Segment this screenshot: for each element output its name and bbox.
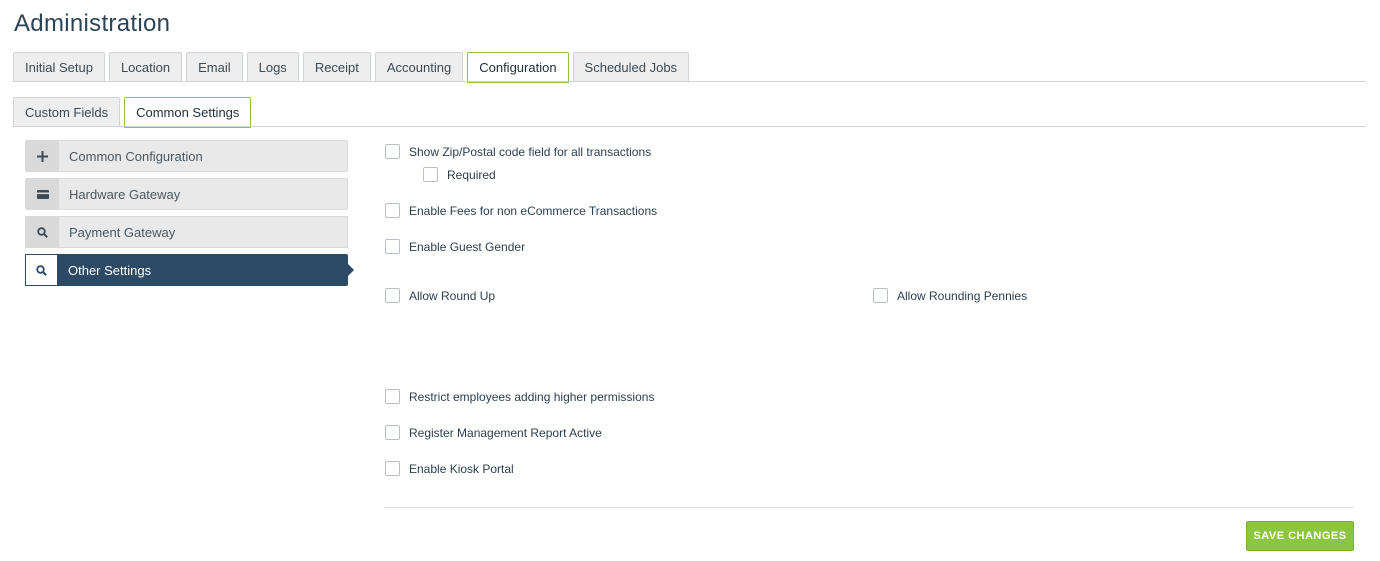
checkbox-box[interactable] — [873, 288, 888, 303]
side-item-label: Payment Gateway — [69, 224, 176, 240]
side-item-payment-gateway[interactable]: Payment Gateway — [25, 216, 348, 248]
rounding-pennies-label: Allow Rounding Pennies — [897, 288, 1028, 303]
tab-scheduled-jobs[interactable]: Scheduled Jobs — [572, 52, 690, 82]
enable-fees-label: Enable Fees for non eCommerce Transactio… — [409, 203, 658, 218]
tab-common-settings[interactable]: Common Settings — [124, 97, 252, 128]
tab-receipt[interactable]: Receipt — [302, 52, 371, 82]
checkbox-box[interactable] — [385, 144, 400, 159]
round-up-checkbox[interactable]: Allow Round Up — [385, 288, 495, 303]
checkbox-box[interactable] — [385, 425, 400, 440]
checkbox-box[interactable] — [385, 203, 400, 218]
page-title: Administration — [14, 10, 171, 37]
side-item-label: Common Configuration — [69, 148, 203, 164]
side-item-label: Other Settings — [68, 262, 152, 278]
sub-tabs-divider — [13, 126, 1366, 127]
side-item-common-configuration[interactable]: Common Configuration — [25, 140, 348, 172]
sub-tabs: Custom Fields Common Settings — [13, 97, 252, 128]
checkbox-box[interactable] — [385, 461, 400, 476]
register-report-checkbox[interactable]: Register Management Report Active — [385, 425, 602, 440]
round-up-label: Allow Round Up — [409, 288, 496, 303]
show-zip-checkbox[interactable]: Show Zip/Postal code field for all trans… — [385, 144, 651, 159]
tab-custom-fields[interactable]: Custom Fields — [13, 97, 121, 127]
tab-configuration[interactable]: Configuration — [467, 52, 569, 83]
enable-fees-checkbox[interactable]: Enable Fees for non eCommerce Transactio… — [385, 203, 657, 218]
tab-logs[interactable]: Logs — [246, 52, 299, 82]
main-tabs-divider — [13, 81, 1366, 82]
settings-divider — [384, 507, 1354, 508]
guest-gender-checkbox[interactable]: Enable Guest Gender — [385, 239, 525, 254]
main-tabs: Initial Setup Location Email Logs Receip… — [13, 52, 690, 83]
search-icon — [25, 254, 58, 286]
guest-gender-label: Enable Guest Gender — [409, 239, 526, 254]
kiosk-portal-checkbox[interactable]: Enable Kiosk Portal — [385, 461, 514, 476]
plus-icon — [26, 141, 59, 171]
restrict-permissions-label: Restrict employees adding higher permiss… — [409, 389, 655, 404]
search-icon — [26, 217, 59, 247]
save-changes-button[interactable]: SAVE CHANGES — [1246, 521, 1354, 551]
checkbox-box[interactable] — [385, 288, 400, 303]
required-checkbox[interactable]: Required — [423, 167, 496, 182]
tab-accounting[interactable]: Accounting — [374, 52, 464, 82]
show-zip-label: Show Zip/Postal code field for all trans… — [409, 144, 652, 159]
checkbox-box[interactable] — [423, 167, 438, 182]
restrict-permissions-checkbox[interactable]: Restrict employees adding higher permiss… — [385, 389, 654, 404]
rounding-pennies-checkbox[interactable]: Allow Rounding Pennies — [873, 288, 1027, 303]
checkbox-box[interactable] — [385, 239, 400, 254]
side-item-label: Hardware Gateway — [69, 186, 181, 202]
kiosk-portal-label: Enable Kiosk Portal — [409, 461, 514, 476]
tab-initial-setup[interactable]: Initial Setup — [13, 52, 105, 82]
register-report-label: Register Management Report Active — [409, 425, 602, 440]
tab-email[interactable]: Email — [186, 52, 243, 82]
tab-location[interactable]: Location — [108, 52, 183, 82]
card-icon — [26, 179, 59, 209]
side-item-other-settings[interactable]: Other Settings — [25, 254, 354, 286]
required-label: Required — [447, 167, 496, 182]
checkbox-box[interactable] — [385, 389, 400, 404]
settings-side-nav: Common Configuration Hardware Gateway Pa… — [25, 140, 354, 292]
side-item-hardware-gateway[interactable]: Hardware Gateway — [25, 178, 348, 210]
